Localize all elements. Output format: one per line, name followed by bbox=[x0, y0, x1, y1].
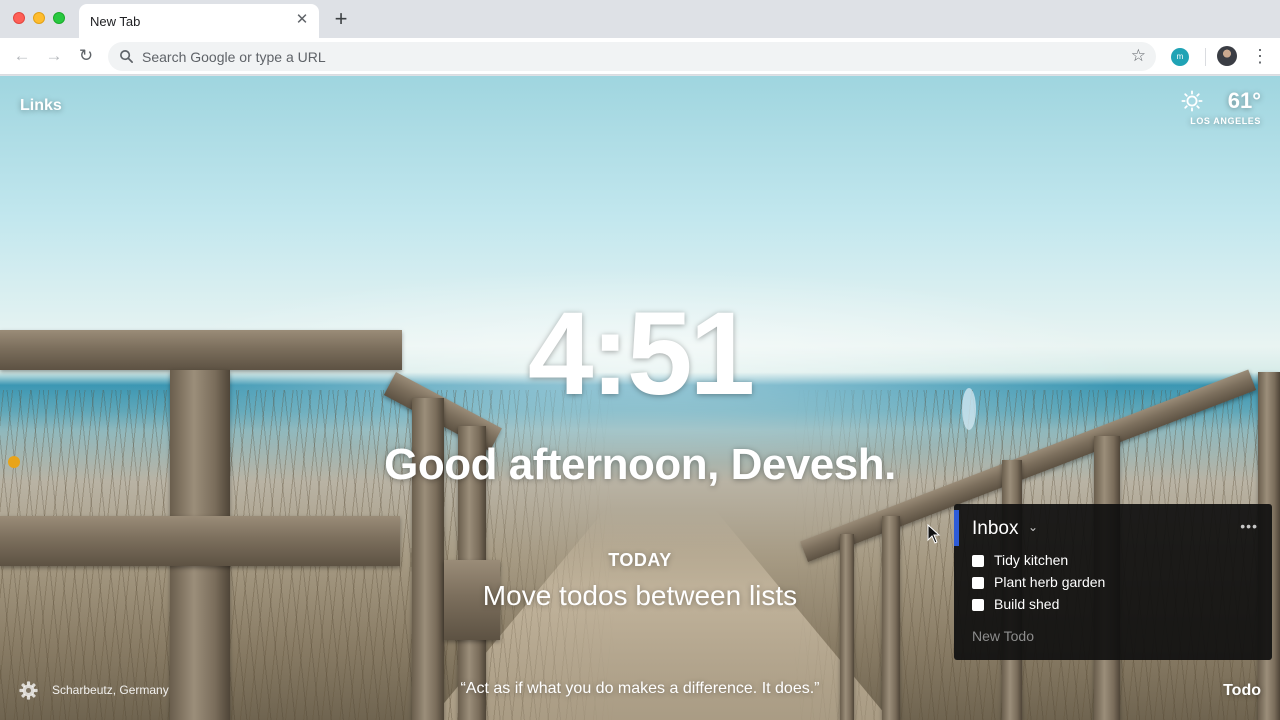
extension-icon[interactable]: m bbox=[1171, 48, 1189, 66]
sun-icon bbox=[1181, 90, 1203, 112]
weather-location: LOS ANGELES bbox=[1190, 116, 1261, 126]
mouse-cursor-icon bbox=[927, 524, 941, 544]
more-options-icon[interactable]: ••• bbox=[1240, 518, 1258, 534]
back-arrow-icon[interactable]: ← bbox=[11, 45, 33, 67]
new-tab-button[interactable]: + bbox=[331, 8, 351, 30]
todo-item-label[interactable]: Tidy kitchen bbox=[994, 552, 1068, 568]
tab-new-tab[interactable]: New Tab ✕ bbox=[79, 4, 319, 38]
window-close-button[interactable] bbox=[13, 12, 25, 24]
links-button[interactable]: Links bbox=[20, 97, 62, 115]
weather-temperature: 61° bbox=[1227, 88, 1261, 113]
forward-arrow-icon[interactable]: → bbox=[43, 45, 65, 67]
profile-avatar[interactable] bbox=[1217, 46, 1237, 66]
window-zoom-button[interactable] bbox=[53, 12, 65, 24]
daily-quote: “Act as if what you do makes a differenc… bbox=[460, 680, 820, 697]
todo-item-label[interactable]: Build shed bbox=[994, 596, 1059, 612]
todo-checkbox[interactable] bbox=[972, 599, 984, 611]
search-icon bbox=[120, 50, 133, 63]
greeting: Good afternoon, Devesh. bbox=[384, 440, 896, 489]
todo-button[interactable]: Todo bbox=[1223, 682, 1261, 700]
tab-strip: New Tab ✕ + bbox=[0, 0, 1280, 38]
toolbar-divider bbox=[1205, 48, 1206, 66]
todo-panel: Inbox ⌄ ••• Tidy kitchen Plant herb gard… bbox=[954, 504, 1272, 660]
todo-checkbox[interactable] bbox=[972, 555, 984, 567]
todo-checkbox[interactable] bbox=[972, 577, 984, 589]
new-todo-input[interactable]: New Todo bbox=[972, 628, 1034, 644]
reload-icon[interactable]: ↻ bbox=[75, 45, 97, 67]
window-minimize-button[interactable] bbox=[33, 12, 45, 24]
todo-list-color-indicator bbox=[954, 510, 959, 546]
tab-title: New Tab bbox=[90, 14, 141, 29]
momentum-dashboard: Links 61° LOS ANGELES 4:51 Good afternoo… bbox=[0, 76, 1280, 720]
todo-item-label[interactable]: Plant herb garden bbox=[994, 574, 1105, 590]
address-bar-placeholder: Search Google or type a URL bbox=[142, 49, 326, 65]
bookmark-star-icon[interactable]: ☆ bbox=[1131, 47, 1146, 65]
tab-close-icon[interactable]: ✕ bbox=[294, 12, 310, 28]
chevron-down-icon[interactable]: ⌄ bbox=[1028, 520, 1038, 534]
clock: 4:51 bbox=[527, 288, 755, 420]
address-bar[interactable]: Search Google or type a URL ☆ bbox=[108, 42, 1156, 71]
browser-menu-icon[interactable]: ⋮ bbox=[1251, 45, 1269, 67]
browser-toolbar: ← → ↻ Search Google or type a URL ☆ bbox=[0, 38, 1280, 75]
todo-list-title[interactable]: Inbox bbox=[972, 518, 1018, 540]
